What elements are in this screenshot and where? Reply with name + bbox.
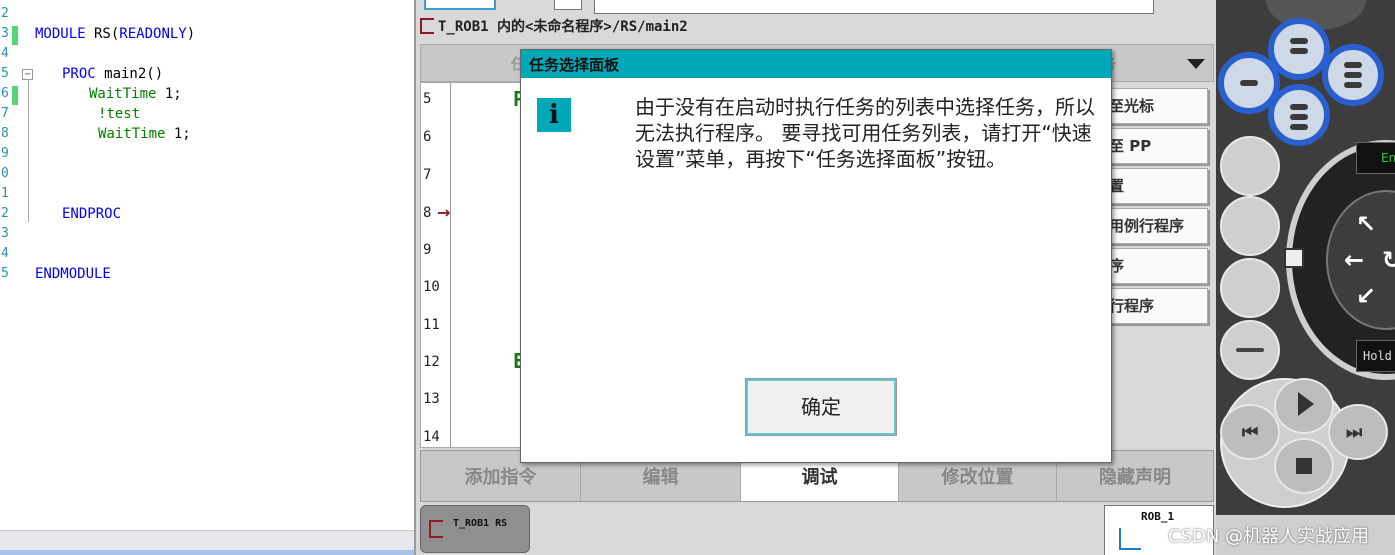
code-line: 4 [1, 46, 9, 61]
ok-button[interactable]: 确定 [746, 379, 896, 435]
info-icon: i [537, 98, 571, 132]
stop-icon [1296, 458, 1312, 474]
fold-toggle-icon[interactable]: − [22, 69, 33, 80]
dialog-title: 任务选择面板 [521, 50, 1111, 78]
code-line: 5 − PROC main2() [1, 66, 164, 82]
program-pointer-arrow-icon: → [437, 203, 451, 222]
arrow-up-left-icon: ↖ [1356, 210, 1377, 238]
position-button[interactable]: 置 [1104, 168, 1208, 204]
hardware-panel: ↖ ← ↙ ↻ En Hold ⏮ ⏭ [1216, 0, 1395, 555]
status-bar [594, 0, 1154, 14]
step-back-icon: ⏮ [1242, 422, 1259, 443]
program-editor-icon [420, 18, 434, 34]
motion-mode-icon[interactable] [1220, 196, 1280, 256]
cursor-to-pp-button[interactable]: 至 PP [1104, 128, 1208, 164]
code-line: 6 WaitTime 1; [0, 86, 414, 106]
arrow-left-icon: ← [1344, 246, 1365, 274]
code-line: 5 ENDMODULE [1, 266, 111, 282]
watermark: CSDN @机器人实战应用 [1168, 526, 1370, 547]
mechanical-unit-icon[interactable] [1220, 136, 1280, 196]
coordinate-axes-icon [1119, 528, 1141, 550]
usb-port-icon [1284, 248, 1304, 268]
code-line: 9 [1, 146, 9, 161]
code-line: 3 [1, 226, 9, 241]
code-line: 8 WaitTime 1; [1, 126, 191, 142]
code-line: 4 [1, 246, 9, 261]
dialog-message: 由于没有在启动时执行任务的列表中选择任务，所以无法执行程序。 要寻找可用任务列表… [635, 95, 1095, 171]
step-next-icon: ⏭ [1346, 422, 1363, 443]
hold-label: Hold [1356, 340, 1395, 372]
call-routine-button[interactable]: 用例行程序 [1104, 208, 1208, 244]
play-icon [1298, 392, 1314, 416]
code-line: 3 MODULE RS(READONLY) [0, 26, 414, 46]
code-line: 2 ENDPROC [1, 206, 122, 222]
pp-to-cursor-button[interactable]: 至光标 [1104, 88, 1208, 124]
change-marker [12, 86, 18, 105]
run-routine-button[interactable]: 行程序 [1104, 288, 1208, 324]
code-line: 1 [1, 186, 9, 201]
routine-button[interactable]: 序 [1104, 248, 1208, 284]
program-icon [554, 0, 582, 10]
arrow-down-left-icon: ↙ [1356, 282, 1377, 310]
program-path: T_ROB1 内的<未命名程序>/RS/main2 [420, 16, 688, 38]
code-line: 7 !test [1, 106, 141, 122]
taskbar-program-button[interactable]: T_ROB1 RS [420, 505, 530, 553]
program-editor-icon [429, 520, 443, 538]
editor-status-bar [0, 530, 414, 555]
chevron-down-icon[interactable] [1187, 59, 1205, 69]
code-line: 2 [1, 6, 9, 21]
incremental-icon[interactable] [1220, 258, 1280, 318]
change-marker [12, 26, 18, 45]
code-line: 0 [1, 166, 9, 181]
rotate-icon: ↻ [1382, 246, 1395, 274]
enable-label: En [1356, 142, 1395, 174]
code-editor: 2 3 MODULE RS(READONLY) 4 5 − PROC main2… [0, 0, 414, 555]
abb-menu-button[interactable] [424, 0, 496, 10]
task-selection-dialog: 任务选择面板 i 由于没有在启动时执行任务的列表中选择任务，所以无法执行程序。 … [520, 49, 1112, 463]
